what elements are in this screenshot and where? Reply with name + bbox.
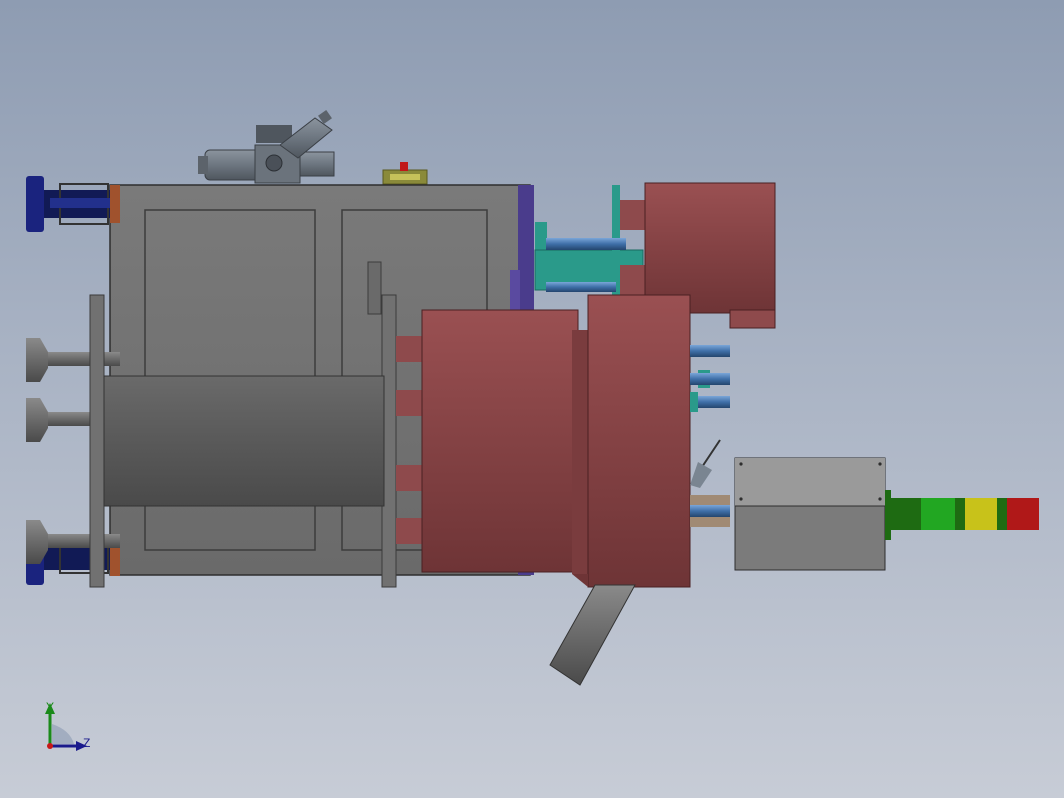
assembly-model[interactable] [0,0,1064,798]
top-motor-assembly[interactable] [198,110,335,184]
stack-light[interactable] [885,490,1039,540]
triad-y-label: Y [46,700,55,714]
triad-z-label: Z [83,736,91,750]
top-indicator-button[interactable] [382,162,428,185]
angled-discharge-pipe[interactable] [549,584,636,686]
control-box[interactable] [734,457,886,571]
cad-viewport[interactable]: Y Z [0,0,1064,798]
right-pipe-fittings[interactable] [690,345,730,527]
lower-mold-block[interactable] [396,294,691,588]
main-hydraulic-cylinder[interactable] [103,375,385,507]
blue-clamp-handle-top[interactable] [26,176,110,232]
